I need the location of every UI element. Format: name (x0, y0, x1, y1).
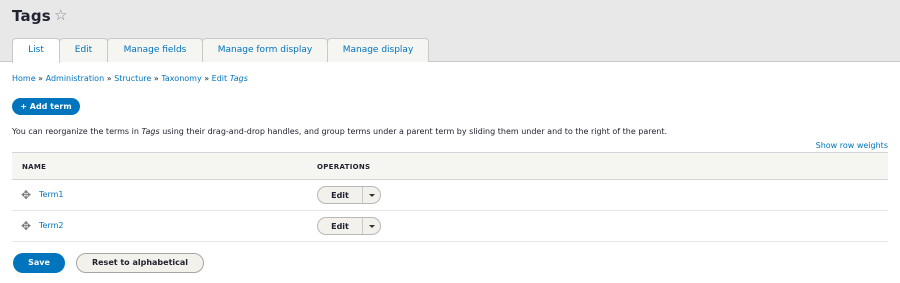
operations-dropbutton: Edit (317, 217, 381, 235)
drag-handle-icon[interactable]: ✥ (20, 220, 32, 232)
term-link[interactable]: Term2 (39, 221, 63, 230)
column-header-operations: OPERATIONS (317, 163, 371, 171)
page-header: Tags ☆ List Edit Manage fields Manage fo… (0, 0, 900, 63)
edit-button[interactable]: Edit (318, 187, 363, 203)
term-link[interactable]: Term1 (39, 190, 63, 199)
table-row: ✥ Term2 Edit (12, 211, 888, 242)
save-button[interactable]: Save (13, 253, 65, 273)
table-header: NAME OPERATIONS (12, 152, 888, 180)
tab-edit[interactable]: Edit (59, 38, 108, 62)
drag-handle-icon[interactable]: ✥ (20, 189, 32, 201)
table-row: ✥ Term1 Edit (12, 180, 888, 211)
tab-manage-display[interactable]: Manage display (327, 38, 429, 62)
breadcrumb-separator: » (204, 74, 212, 83)
breadcrumb-taxonomy[interactable]: Taxonomy (161, 74, 201, 83)
column-header-name: NAME (22, 163, 47, 171)
dropbutton-toggle[interactable] (363, 187, 380, 203)
breadcrumb-separator: » (38, 74, 46, 83)
breadcrumb: Home » Administration » Structure » Taxo… (12, 74, 248, 83)
show-row-weights-link[interactable]: Show row weights (816, 141, 888, 150)
add-term-button[interactable]: + Add term (12, 98, 80, 115)
star-outline-icon[interactable]: ☆ (54, 6, 67, 24)
dropbutton-toggle[interactable] (363, 218, 380, 234)
breadcrumb-home[interactable]: Home (12, 74, 36, 83)
reset-alphabetical-button[interactable]: Reset to alphabetical (76, 253, 204, 273)
help-text: You can reorganize the terms in Tags usi… (12, 127, 667, 136)
breadcrumb-edit-label: Edit (211, 74, 228, 83)
tab-bar: List Edit Manage fields Manage form disp… (12, 38, 429, 63)
help-text-before: You can reorganize the terms in (12, 127, 142, 136)
chevron-down-icon (368, 193, 375, 197)
terms-table: NAME OPERATIONS ✥ Term1 Edit ✥ Term2 Edi… (12, 152, 888, 242)
edit-button[interactable]: Edit (318, 218, 363, 234)
breadcrumb-administration[interactable]: Administration (46, 74, 105, 83)
page-title: Tags (12, 7, 51, 25)
help-text-vocab: Tags (141, 127, 160, 136)
tab-list[interactable]: List (12, 38, 60, 63)
chevron-down-icon (368, 224, 375, 228)
breadcrumb-structure[interactable]: Structure (114, 74, 151, 83)
help-text-after: using their drag-and-drop handles, and g… (159, 127, 668, 136)
operations-dropbutton: Edit (317, 186, 381, 204)
tab-manage-fields[interactable]: Manage fields (107, 38, 203, 62)
breadcrumb-edit-vocab: Tags (229, 74, 248, 83)
breadcrumb-edit-tags[interactable]: Edit Tags (212, 74, 248, 83)
tab-manage-form-display[interactable]: Manage form display (202, 38, 328, 62)
